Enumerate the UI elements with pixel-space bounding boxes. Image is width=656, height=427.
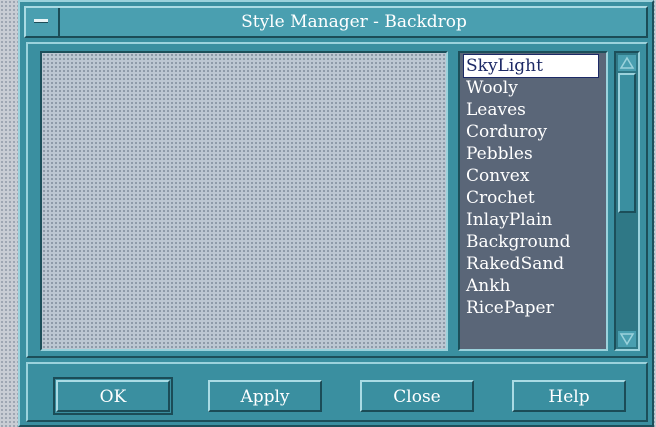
list-item-pebbles[interactable]: Pebbles [464, 143, 535, 165]
window-title: Style Manager - Backdrop [241, 12, 467, 32]
window-menu-icon [34, 19, 48, 23]
title-bar[interactable]: Style Manager - Backdrop [24, 6, 648, 38]
apply-button[interactable]: Apply [208, 380, 322, 412]
scroll-thumb[interactable] [618, 73, 636, 213]
close-button[interactable]: Close [360, 380, 474, 412]
list-item-crochet[interactable]: Crochet [464, 187, 537, 209]
list-item-ricepaper[interactable]: RicePaper [464, 297, 556, 319]
window-menu-button[interactable] [26, 8, 60, 36]
button-bar: OK Apply Close Help [26, 362, 648, 422]
list-item-skylight[interactable]: SkyLight [463, 54, 599, 78]
list-item-ankh[interactable]: Ankh [464, 275, 512, 297]
help-button[interactable]: Help [512, 380, 626, 412]
list-item-corduroy[interactable]: Corduroy [464, 121, 549, 143]
style-manager-window: Style Manager - Backdrop SkyLight Wooly … [18, 0, 654, 427]
backdrop-list[interactable]: SkyLight Wooly Leaves Corduroy Pebbles C… [458, 51, 608, 351]
scroll-down-arrow-icon[interactable] [618, 331, 636, 347]
list-item-rakedsand[interactable]: RakedSand [464, 253, 566, 275]
scroll-up-arrow-icon[interactable] [618, 55, 636, 71]
ok-button[interactable]: OK [53, 377, 173, 415]
list-item-leaves[interactable]: Leaves [464, 99, 528, 121]
list-item-wooly[interactable]: Wooly [464, 77, 520, 99]
list-scrollbar[interactable] [614, 51, 640, 351]
list-item-convex[interactable]: Convex [464, 165, 531, 187]
backdrop-panel: SkyLight Wooly Leaves Corduroy Pebbles C… [26, 42, 648, 358]
list-item-background[interactable]: Background [464, 231, 572, 253]
backdrop-preview [40, 51, 448, 351]
list-item-inlayplain[interactable]: InlayPlain [464, 209, 554, 231]
